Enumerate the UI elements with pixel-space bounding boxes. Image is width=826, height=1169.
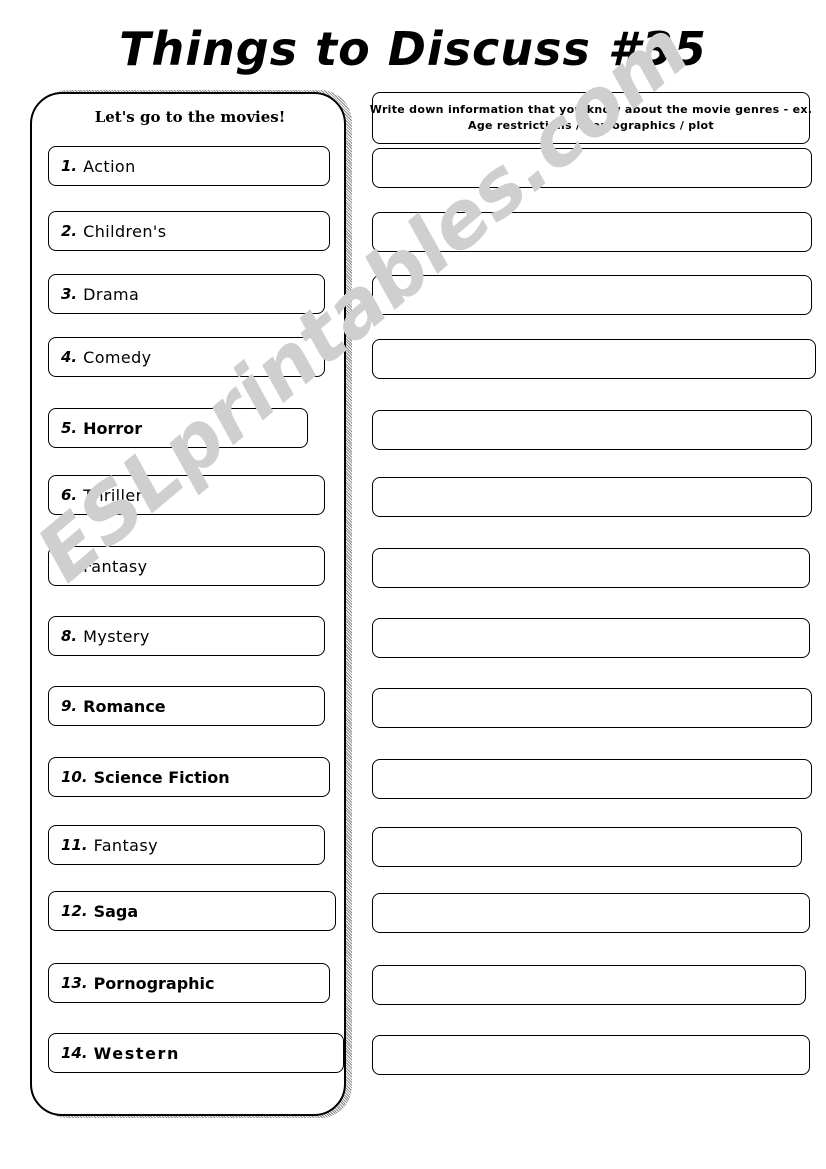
genre-label: Pornographic: [93, 973, 215, 993]
genre-number: 12.: [61, 902, 88, 920]
answer-row[interactable]: [372, 759, 812, 799]
instruction-box: Write down information that you know abo…: [369, 92, 813, 144]
genre-label: Fantasy: [83, 556, 148, 576]
genre-row[interactable]: 13. Pornographic: [48, 963, 330, 1003]
answer-row[interactable]: [372, 477, 812, 517]
answer-row[interactable]: [372, 410, 812, 450]
genre-row[interactable]: 9. Romance: [48, 686, 325, 726]
genre-label: Science Fiction: [93, 767, 230, 787]
answer-row[interactable]: [372, 212, 812, 252]
genre-number: 7.: [61, 557, 78, 575]
genre-number: 4.: [61, 348, 78, 366]
answer-row[interactable]: [372, 548, 810, 588]
genre-number: 5.: [61, 419, 78, 437]
genre-label: Children's: [83, 221, 167, 241]
page-title: Things to Discuss #35: [119, 22, 707, 76]
genre-label: Fantasy: [93, 835, 158, 855]
genre-number: 6.: [61, 486, 78, 504]
genre-number: 10.: [61, 768, 88, 786]
genre-row[interactable]: 4. Comedy: [48, 337, 325, 377]
left-panel-heading: Let's go to the movies!: [94, 108, 286, 126]
genre-number: 2.: [61, 222, 78, 240]
answer-row[interactable]: [372, 1035, 810, 1075]
instruction-line-2: Age restrictions / demographics / plot: [468, 119, 714, 132]
genre-number: 8.: [61, 627, 78, 645]
genre-label: Comedy: [83, 347, 152, 367]
genre-row[interactable]: 11. Fantasy: [48, 825, 325, 865]
genre-label: Drama: [83, 284, 140, 304]
genre-number: 1.: [61, 157, 78, 175]
genre-row[interactable]: 5. Horror: [48, 408, 308, 448]
genre-row[interactable]: 7. Fantasy: [48, 546, 325, 586]
genre-row[interactable]: 12. Saga: [48, 891, 336, 931]
answer-row[interactable]: [372, 893, 810, 933]
answer-row[interactable]: [372, 148, 812, 188]
genre-label: Thriller: [83, 485, 143, 505]
left-panel: Let's go to the movies! 1. Action 2. Childr…: [30, 92, 346, 1116]
genre-number: 9.: [61, 697, 78, 715]
answer-row[interactable]: [372, 339, 816, 379]
answer-row[interactable]: [372, 827, 802, 867]
genre-label: Action: [83, 156, 136, 176]
genre-number: 11.: [61, 836, 88, 854]
instruction-line-1: Write down information that you know abo…: [369, 103, 813, 117]
genre-number: 3.: [61, 285, 78, 303]
genre-row[interactable]: 8. Mystery: [48, 616, 325, 656]
genre-label: Saga: [93, 901, 139, 921]
genre-row[interactable]: 10. Science Fiction: [48, 757, 330, 797]
genre-label: Mystery: [83, 626, 150, 646]
genre-number: 13.: [61, 974, 88, 992]
genre-number: 14.: [61, 1044, 88, 1062]
genre-row[interactable]: 14. Western: [48, 1033, 344, 1073]
answer-row[interactable]: [372, 618, 810, 658]
genre-row[interactable]: 3. Drama: [48, 274, 325, 314]
genre-row[interactable]: 6. Thriller: [48, 475, 325, 515]
answer-row[interactable]: [372, 688, 812, 728]
genre-label: Romance: [83, 696, 166, 716]
genre-row[interactable]: 2. Children's: [48, 211, 330, 251]
answer-row[interactable]: [372, 275, 812, 315]
genre-row[interactable]: 1. Action: [48, 146, 330, 186]
genre-label: Horror: [83, 418, 143, 438]
answer-row[interactable]: [372, 965, 806, 1005]
genre-label: Western: [93, 1043, 181, 1063]
